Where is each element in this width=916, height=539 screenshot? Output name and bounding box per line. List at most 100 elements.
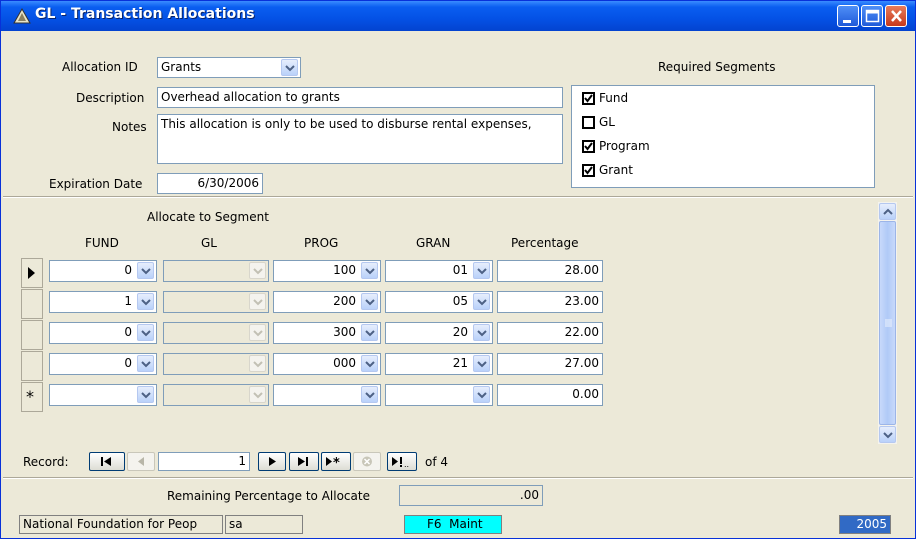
chevron-down-icon [365, 392, 375, 399]
notes-label: Notes [112, 120, 147, 134]
chevron-down-icon [141, 392, 151, 399]
svg-text:*: * [333, 456, 340, 470]
window-title: GL - Transaction Allocations [35, 6, 255, 22]
minimize-button[interactable] [837, 5, 859, 27]
chevron-down-icon [141, 330, 151, 337]
scroll-up-button[interactable] [879, 203, 896, 220]
goto-record-icon: .. [392, 457, 409, 469]
svg-text:..: .. [404, 460, 409, 469]
grid-cell-prog-value: 100 [333, 263, 356, 277]
checkbox-checked-icon [582, 164, 595, 177]
grip-icon [885, 319, 892, 327]
grid-cell-pct[interactable]: 27.00 [497, 353, 603, 375]
expiration-date-value: 6/30/2006 [197, 176, 259, 190]
allocation-id-value: Grants [161, 60, 202, 74]
grid-cell-pct[interactable]: 28.00 [497, 260, 603, 282]
status-year: 2005 [839, 515, 891, 534]
grant-checkbox[interactable]: Grant [582, 162, 692, 180]
grid-cell-prog-dropdown-button[interactable] [361, 355, 378, 372]
grid-cell-fund-dropdown-button[interactable] [137, 355, 154, 372]
current-row-icon [28, 267, 35, 279]
col-header-fund: FUND [85, 236, 119, 250]
grid-cell-pct[interactable]: 23.00 [497, 291, 603, 313]
grid-cell-gran-dropdown-button[interactable] [473, 355, 490, 372]
allocation-id-select[interactable]: Grants [157, 57, 301, 78]
grid-cell-pct[interactable]: 0.00 [497, 384, 603, 406]
new-record-button[interactable]: * [321, 452, 351, 471]
required-segments-list: Fund GL Program Grant [571, 85, 875, 188]
grid-cell-fund-value: 0 [124, 263, 132, 277]
chevron-down-icon [253, 330, 263, 337]
user-text: sa [229, 517, 243, 531]
grid-cell-gran-dropdown-button[interactable] [473, 293, 490, 310]
maximize-button[interactable] [861, 5, 883, 27]
row-selector[interactable] [21, 258, 43, 288]
next-record-button[interactable] [258, 452, 286, 471]
svg-text:*: * [26, 387, 34, 406]
expiration-date-input[interactable]: 6/30/2006 [157, 173, 263, 194]
title-bar[interactable]: GL - Transaction Allocations [1, 1, 915, 31]
last-record-icon [298, 457, 308, 466]
close-icon [891, 10, 902, 22]
chevron-down-icon [253, 299, 263, 306]
row-selector[interactable]: * [21, 382, 43, 412]
gl-checkbox[interactable]: GL [582, 114, 692, 132]
grid-cell-gran-dropdown-button[interactable] [473, 386, 490, 403]
notes-textarea[interactable]: This allocation is only to be used to di… [157, 114, 563, 164]
last-record-button[interactable] [289, 452, 319, 471]
grid-cell-pct[interactable]: 22.00 [497, 322, 603, 344]
grid-cell-prog-dropdown-button[interactable] [361, 262, 378, 279]
chevron-down-icon [141, 268, 151, 275]
grid-cell-gl-dropdown-button [249, 262, 266, 279]
scroll-down-button[interactable] [879, 426, 896, 443]
previous-record-button[interactable] [127, 452, 155, 471]
description-input[interactable]: Overhead allocation to grants [157, 87, 563, 108]
gl-checkbox-label: GL [599, 115, 615, 129]
fund-checkbox[interactable]: Fund [582, 90, 692, 108]
new-row-icon: * [26, 387, 34, 406]
scroll-thumb[interactable] [879, 221, 896, 425]
grid-cell-fund-dropdown-button[interactable] [137, 324, 154, 341]
col-header-gl: GL [201, 236, 217, 250]
grid-cell-prog-dropdown-button[interactable] [361, 293, 378, 310]
remaining-percentage-text: .00 [519, 488, 539, 502]
record-label: Record: [23, 455, 69, 469]
grid-vertical-scrollbar[interactable] [878, 202, 897, 444]
delete-record-button[interactable] [353, 452, 381, 471]
expiration-date-label: Expiration Date [49, 177, 143, 191]
row-selector[interactable] [21, 351, 43, 381]
chevron-down-icon [253, 268, 263, 275]
grid-cell-fund-dropdown-button[interactable] [137, 386, 154, 403]
program-checkbox[interactable]: Program [582, 138, 692, 156]
organization-text: National Foundation for Peop [23, 517, 198, 531]
chevron-down-icon [477, 268, 487, 275]
chevron-down-icon [253, 361, 263, 368]
status-organization: National Foundation for Peop [19, 515, 223, 534]
grid-cell-prog-value: 300 [333, 325, 356, 339]
grid-cell-prog-dropdown-button[interactable] [361, 386, 378, 403]
status-mode: F6 Maint [404, 515, 502, 534]
grid-cell-fund-dropdown-button[interactable] [137, 262, 154, 279]
col-header-gran: GRAN [416, 236, 451, 250]
first-record-button[interactable] [89, 452, 125, 471]
year-text: 2005 [856, 517, 887, 531]
grid-cell-fund-dropdown-button[interactable] [137, 293, 154, 310]
allocation-id-label: Allocation ID [62, 60, 138, 74]
grid-cell-gran-value: 21 [452, 356, 468, 370]
allocation-id-dropdown-button[interactable] [281, 59, 298, 76]
row-selector[interactable] [21, 289, 43, 319]
chevron-down-icon [141, 299, 151, 306]
grid-cell-gran-dropdown-button[interactable] [473, 324, 490, 341]
minimize-icon [843, 20, 851, 23]
description-label: Description [76, 91, 145, 105]
mode-text: F6 Maint [427, 517, 483, 531]
chevron-down-icon [365, 330, 375, 337]
program-checkbox-label: Program [599, 139, 650, 153]
close-button[interactable] [885, 5, 907, 27]
grid-cell-prog-value: 000 [333, 356, 356, 370]
row-selector[interactable] [21, 320, 43, 350]
current-record-input[interactable]: 1 [158, 452, 250, 471]
grid-cell-gran-dropdown-button[interactable] [473, 262, 490, 279]
goto-record-button[interactable]: .. [387, 452, 417, 471]
grid-cell-prog-dropdown-button[interactable] [361, 324, 378, 341]
